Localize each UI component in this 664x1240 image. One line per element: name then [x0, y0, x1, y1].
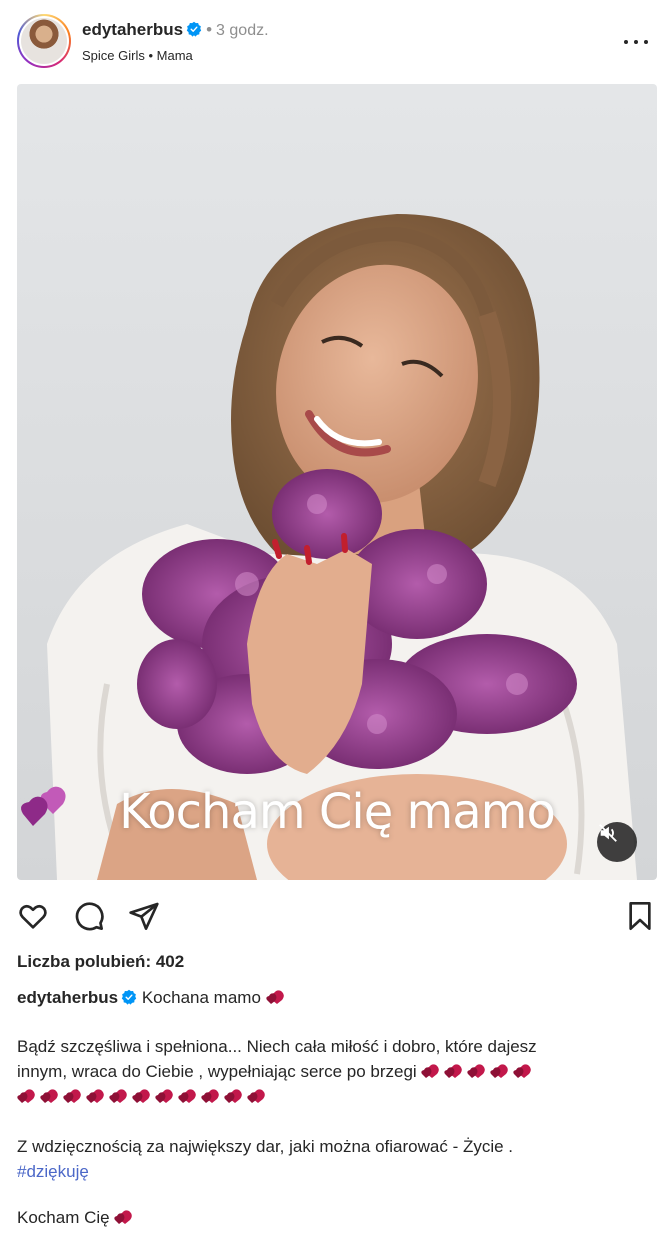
audio-link[interactable]: Spice Girls: [82, 48, 145, 63]
heart-emoji: [109, 1089, 127, 1103]
heart-outline-icon[interactable]: [17, 900, 49, 932]
bookmark-icon[interactable]: [624, 900, 656, 932]
heart-emoji: [201, 1089, 219, 1103]
username-link[interactable]: edytaherbus: [82, 20, 183, 39]
photo-illustration: [47, 214, 637, 880]
mute-button[interactable]: [597, 822, 637, 862]
avatar[interactable]: [17, 14, 71, 68]
paper-plane-icon[interactable]: [128, 900, 160, 932]
post-subline: Spice Girls • Mama: [82, 48, 193, 63]
author-row: edytaherbus • 3 godz.: [82, 20, 269, 40]
likes-count[interactable]: Liczba polubień: 402: [17, 952, 184, 972]
heart-emoji: [40, 1089, 58, 1103]
heart-emoji: [155, 1089, 173, 1103]
action-bar: [0, 880, 664, 948]
caption-header: edytaherbus Kochana mamo: [17, 986, 652, 1010]
heart-emoji: [444, 1064, 463, 1078]
comment-bubble-icon[interactable]: [73, 900, 105, 932]
speaker-muted-icon: [599, 824, 617, 842]
heart-emoji: [490, 1064, 509, 1078]
heart-emoji: [467, 1064, 486, 1078]
caption-title: Kochana mamo: [141, 988, 261, 1007]
heart-emoji: [421, 1064, 440, 1078]
caption-username[interactable]: edytaherbus: [17, 988, 118, 1007]
heart-emoji: [17, 1089, 35, 1103]
heart-emoji: [114, 1210, 133, 1224]
heart-emoji: [86, 1089, 104, 1103]
double-heart-emoji: [21, 786, 66, 826]
heart-emoji-row: [421, 1062, 536, 1081]
caption-paragraph-1: Bądź szczęśliwa i spełniona... Niech cał…: [17, 1034, 657, 1109]
caption-line: Z wdzięcznością za największy dar, jaki …: [17, 1137, 514, 1156]
location-link[interactable]: Mama: [157, 48, 193, 63]
caption-closing: Kocham Cię: [17, 1205, 657, 1230]
post-header: edytaherbus • 3 godz. Spice Girls • Mama: [0, 0, 664, 84]
caption-line: innym, wraca do Ciebie , wypełniając ser…: [17, 1059, 657, 1084]
heart-emoji: [265, 990, 284, 1004]
heart-emoji: [178, 1089, 196, 1103]
heart-emoji: [513, 1064, 532, 1078]
verified-badge-icon: [121, 989, 137, 1005]
heart-emoji: [132, 1089, 150, 1103]
verified-badge-icon: [186, 21, 202, 37]
heart-emoji-row: [17, 1084, 657, 1109]
more-options-icon[interactable]: [624, 30, 648, 54]
heart-emoji: [224, 1089, 242, 1103]
overlay-caption: Kocham Cię mamo: [17, 784, 657, 840]
post-media[interactable]: Kocham Cię mamo: [17, 84, 657, 880]
post-time[interactable]: 3 godz.: [216, 22, 268, 39]
hashtag-link[interactable]: #dziękuję: [17, 1159, 657, 1184]
heart-emoji: [63, 1089, 81, 1103]
caption-paragraph-2: Z wdzięcznością za największy dar, jaki …: [17, 1134, 657, 1184]
caption-line: Bądź szczęśliwa i spełniona... Niech cał…: [17, 1037, 537, 1056]
separator-dot: •: [148, 48, 154, 63]
heart-emoji: [247, 1089, 265, 1103]
separator-dot: •: [206, 20, 213, 39]
